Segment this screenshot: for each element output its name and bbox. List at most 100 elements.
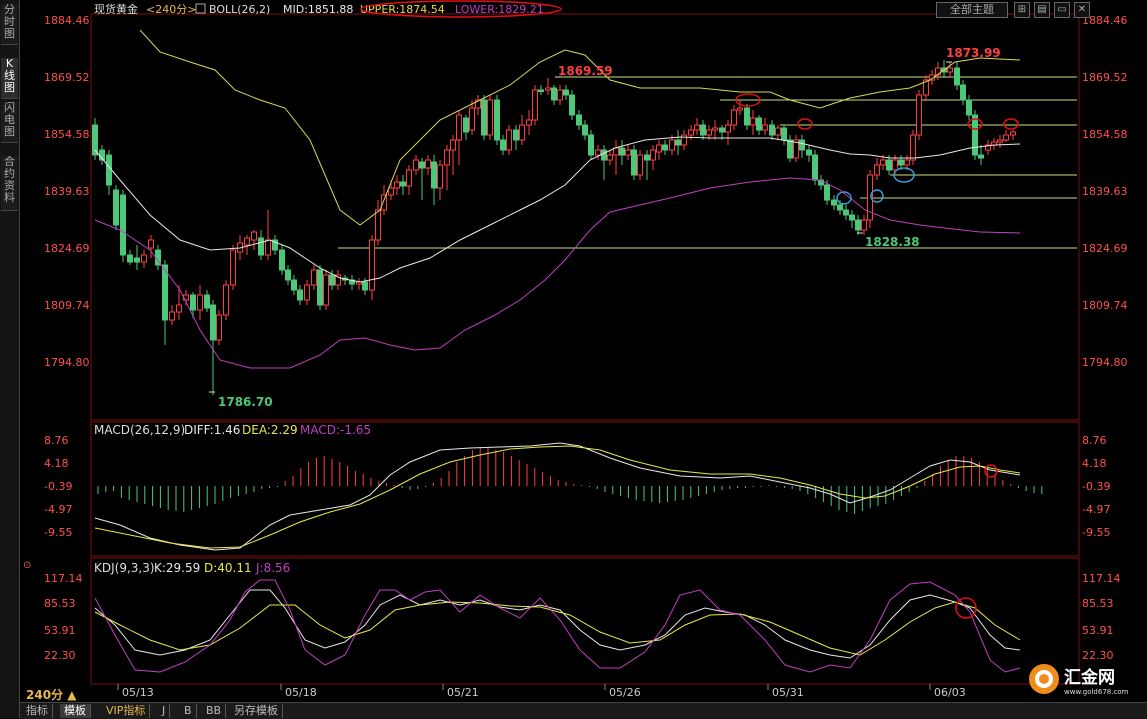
date-tick-label: 05/31	[772, 686, 804, 699]
macd-dea-value: DEA:2.29	[242, 423, 298, 437]
tab-save-template[interactable]: 另存模板	[230, 704, 283, 718]
tab-flash-chart[interactable]: 闪电图	[1, 102, 18, 143]
kdj-tick-left: 117.14	[44, 572, 83, 585]
instrument-name: 现货黄金	[94, 2, 138, 16]
macd-panel-frame	[90, 421, 1080, 557]
candle-down	[317, 269, 323, 306]
period-selector[interactable]: 240分 ▲	[26, 686, 76, 703]
candle-up	[169, 311, 175, 321]
candle-up	[450, 139, 456, 151]
candle-down	[563, 89, 569, 96]
candle-up	[487, 99, 493, 136]
candle-up	[1003, 134, 1009, 141]
tab-indicators[interactable]: 指标	[22, 704, 53, 718]
candle-up	[469, 107, 475, 131]
macd-tick-right: -4.97	[1082, 503, 1110, 516]
candle-up	[688, 129, 694, 136]
candle-up	[425, 159, 431, 169]
candle-down	[190, 294, 196, 311]
boll-toggle-icon[interactable]	[195, 3, 206, 14]
candle-up	[437, 164, 443, 189]
candle-up	[997, 139, 1003, 143]
macd-tick-left: 4.18	[44, 457, 69, 470]
candle-down	[291, 279, 297, 291]
boll-indicator-name: BOLL(26,2)	[209, 3, 270, 16]
tab-bb[interactable]: BB	[202, 704, 227, 718]
tab-contract-info[interactable]: 合约资料	[1, 156, 18, 211]
candle-down	[127, 254, 133, 263]
candle-down	[431, 161, 437, 189]
candle-down	[806, 149, 812, 156]
candle-down	[463, 117, 469, 133]
candle-down	[644, 154, 650, 161]
tab-b[interactable]: B	[180, 704, 197, 718]
kdj-tick-right: 53.91	[1082, 624, 1114, 637]
period-label: <240分>	[146, 3, 196, 16]
candle-up	[916, 94, 922, 136]
candle-down	[978, 154, 984, 159]
kdj-tick-left: 85.53	[44, 597, 76, 610]
kdj-settings-icon[interactable]: ⊙	[23, 560, 31, 571]
kdj-tick-right: 85.53	[1082, 597, 1114, 610]
price-tick-right: 1794.80	[1082, 356, 1128, 369]
candle-down	[675, 139, 681, 146]
tab-kline-chart[interactable]: K线图	[1, 58, 18, 99]
candle-down	[113, 189, 119, 226]
candle-up	[880, 159, 886, 166]
boll-upper-line	[139, 29, 1021, 226]
theme-button[interactable]: 全部主题	[936, 2, 1008, 18]
candle-up	[762, 124, 768, 131]
price-tick-left: 1824.69	[44, 242, 90, 255]
high-label-2: 1873.99	[946, 46, 1001, 60]
price-tick-right: 1869.52	[1082, 71, 1128, 84]
candle-down	[400, 181, 406, 187]
price-tick-right: 1809.74	[1082, 299, 1128, 312]
candle-up	[265, 239, 271, 256]
kdj-tick-left: 22.30	[44, 649, 76, 662]
candle-down	[576, 114, 582, 126]
macd-tick-right: -0.39	[1082, 480, 1110, 493]
candle-up	[613, 147, 619, 156]
candle-down	[494, 99, 500, 141]
candle-down	[719, 127, 725, 133]
tab-vip-indicators[interactable]: VIP指标	[102, 704, 151, 718]
candle-down	[812, 154, 818, 181]
tab-j[interactable]: J	[158, 704, 171, 718]
candle-down	[886, 159, 892, 171]
candle-up	[223, 284, 229, 316]
candle-down	[954, 67, 960, 86]
logo-url: www.gold678.com	[1064, 688, 1129, 696]
highlight-circle	[1003, 118, 1019, 130]
close-icon[interactable]: ✕	[1074, 2, 1090, 18]
candle-up	[650, 149, 656, 161]
candle-down	[162, 264, 168, 321]
candle-down	[662, 144, 668, 151]
chart-area[interactable]: 现货黄金 <240分> BOLL(26,2) MID:1851.88 UPPER…	[20, 0, 1147, 702]
candle-down	[513, 129, 519, 141]
candle-up	[725, 124, 731, 133]
candle-up	[892, 159, 898, 171]
list-icon[interactable]: ▤	[1034, 2, 1050, 18]
candle-down	[210, 304, 216, 341]
candle-down	[855, 219, 861, 231]
candle-down	[588, 134, 594, 156]
candle-up	[251, 231, 257, 241]
bottom-toolbar: 指标 模板 VIP指标 J B BB 另存模板	[20, 702, 1147, 719]
candle-up	[406, 169, 412, 187]
candle-up	[731, 109, 737, 126]
maximize-icon[interactable]: ▭	[1054, 2, 1070, 18]
candle-up	[176, 304, 182, 313]
brand-logo: 汇金网 www.gold678.com	[1028, 661, 1140, 697]
candle-up	[456, 114, 462, 141]
candle-down	[551, 87, 557, 101]
kdj-k-line	[94, 589, 1021, 659]
tab-templates[interactable]: 模板	[60, 704, 91, 718]
candle-up	[750, 117, 756, 126]
candle-up	[394, 181, 400, 189]
layout-icon[interactable]: ⊞	[1014, 2, 1030, 18]
tab-time-chart[interactable]: 分时图	[1, 4, 18, 45]
candle-down	[285, 269, 291, 281]
candle-up	[388, 187, 394, 196]
price-tick-right: 1854.58	[1082, 128, 1128, 141]
macd-title: MACD(26,12,9)	[94, 423, 185, 437]
